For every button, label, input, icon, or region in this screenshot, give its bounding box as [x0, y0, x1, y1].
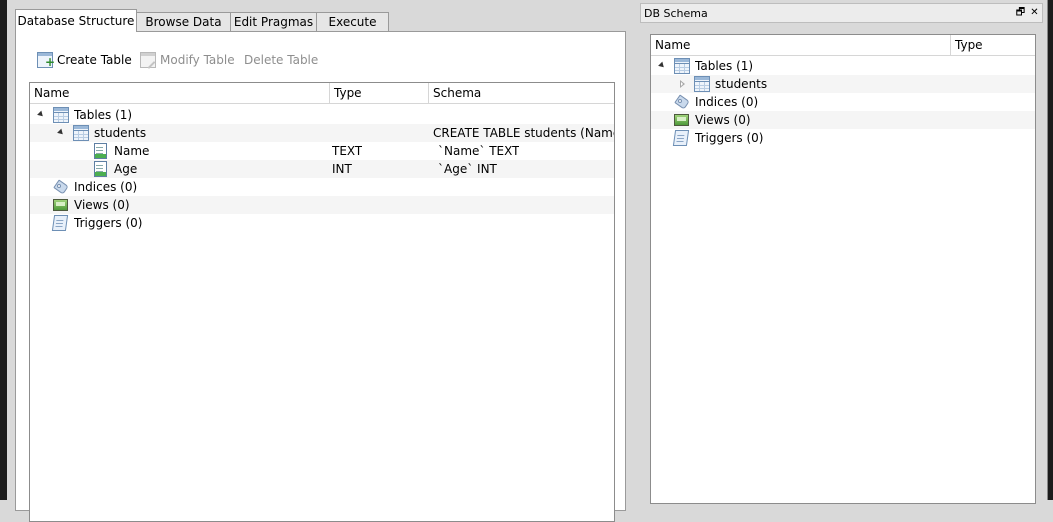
- create-table-icon: [37, 52, 55, 71]
- column-header-type[interactable]: Type: [951, 35, 1035, 55]
- modify-table-button[interactable]: Modify Table: [140, 51, 235, 69]
- collapse-arrow-icon[interactable]: [37, 110, 45, 119]
- db-schema-tree[interactable]: Name Type Tables (1) students Indices (0…: [650, 34, 1036, 504]
- tree-item-schema: `Age` INT: [438, 162, 497, 176]
- tree-item-label: Name: [114, 144, 150, 158]
- column-header-name[interactable]: Name: [651, 35, 951, 55]
- column-header-name[interactable]: Name: [30, 83, 330, 103]
- float-icon[interactable]: 🗗: [1015, 7, 1026, 18]
- close-icon[interactable]: ✕: [1029, 7, 1040, 18]
- table-icon: [73, 125, 89, 141]
- tab-execute-sql[interactable]: Execute SQL: [316, 12, 389, 47]
- tree-item-schema: CREATE TABLE students (Name TE: [433, 126, 614, 140]
- window-left-border: [0, 0, 7, 500]
- tree-item-label: students: [94, 126, 147, 140]
- tree-item-label: Indices (0): [74, 180, 138, 194]
- collapse-arrow-icon[interactable]: [57, 128, 65, 137]
- tree-item-label: Indices (0): [695, 95, 759, 109]
- tab-edit-pragmas[interactable]: Edit Pragmas: [230, 12, 317, 31]
- db-schema-dock-title[interactable]: DB Schema 🗗 ✕: [640, 3, 1043, 23]
- database-structure-panel: Create Table Modify Table Delete Table N…: [15, 31, 626, 522]
- index-tag-icon: [674, 94, 690, 110]
- tree-item-label: Views (0): [74, 198, 130, 212]
- tree-row-tables[interactable]: Tables (1): [30, 106, 614, 124]
- database-structure-tree[interactable]: Name Type Schema Tables (1) students CRE…: [29, 82, 615, 522]
- create-table-label: Create Table: [57, 53, 132, 67]
- window-right-border: [1047, 0, 1053, 500]
- view-icon: [674, 114, 689, 126]
- tree-item-type: TEXT: [332, 144, 363, 158]
- tree-item-label: Triggers (0): [74, 216, 143, 230]
- tree-item-label: Triggers (0): [695, 131, 764, 145]
- expand-arrow-icon[interactable]: [680, 80, 685, 88]
- view-icon: [53, 199, 68, 211]
- tree-row-indices[interactable]: Indices (0): [30, 178, 614, 196]
- collapse-arrow-icon[interactable]: [658, 61, 666, 70]
- tree-header: Name Type: [651, 35, 1035, 56]
- delete-table-button[interactable]: Delete Table: [244, 51, 318, 69]
- tree-item-label: Tables (1): [695, 59, 754, 73]
- field-icon: [94, 143, 107, 159]
- schema-row-indices[interactable]: Indices (0): [651, 93, 1035, 111]
- schema-row-students[interactable]: students: [651, 75, 1035, 93]
- tree-item-schema: `Name` TEXT: [438, 144, 520, 158]
- field-icon: [94, 161, 107, 177]
- schema-row-tables[interactable]: Tables (1): [651, 57, 1035, 75]
- column-header-schema[interactable]: Schema: [429, 83, 614, 103]
- tab-database-structure[interactable]: Database Structure: [15, 9, 137, 32]
- tree-row-field-age[interactable]: Age INT `Age` INT: [30, 160, 614, 178]
- tree-item-label: Tables (1): [74, 108, 133, 122]
- tree-item-type: INT: [332, 162, 352, 176]
- tree-item-label: students: [715, 77, 768, 91]
- modify-table-icon: [140, 52, 156, 68]
- tab-browse-data[interactable]: Browse Data: [136, 12, 231, 31]
- delete-table-label: Delete Table: [244, 53, 319, 67]
- tree-item-label: Views (0): [695, 113, 751, 127]
- schema-row-views[interactable]: Views (0): [651, 111, 1035, 129]
- create-table-button[interactable]: Create Table: [37, 51, 132, 71]
- dock-title: DB Schema: [644, 7, 708, 20]
- table-icon: [694, 76, 710, 92]
- table-group-icon: [53, 107, 69, 123]
- column-header-type[interactable]: Type: [330, 83, 429, 103]
- trigger-scroll-icon: [51, 215, 69, 231]
- tree-row-field-name[interactable]: Name TEXT `Name` TEXT: [30, 142, 614, 160]
- table-group-icon: [674, 58, 690, 74]
- tree-row-students[interactable]: students CREATE TABLE students (Name TE: [30, 124, 614, 142]
- tree-item-label: Age: [114, 162, 138, 176]
- tree-header: Name Type Schema: [30, 83, 614, 104]
- index-tag-icon: [53, 179, 69, 195]
- schema-row-triggers[interactable]: Triggers (0): [651, 129, 1035, 147]
- modify-table-label: Modify Table: [160, 53, 235, 67]
- trigger-scroll-icon: [672, 130, 690, 146]
- tree-row-triggers[interactable]: Triggers (0): [30, 214, 614, 232]
- tree-row-views[interactable]: Views (0): [30, 196, 614, 214]
